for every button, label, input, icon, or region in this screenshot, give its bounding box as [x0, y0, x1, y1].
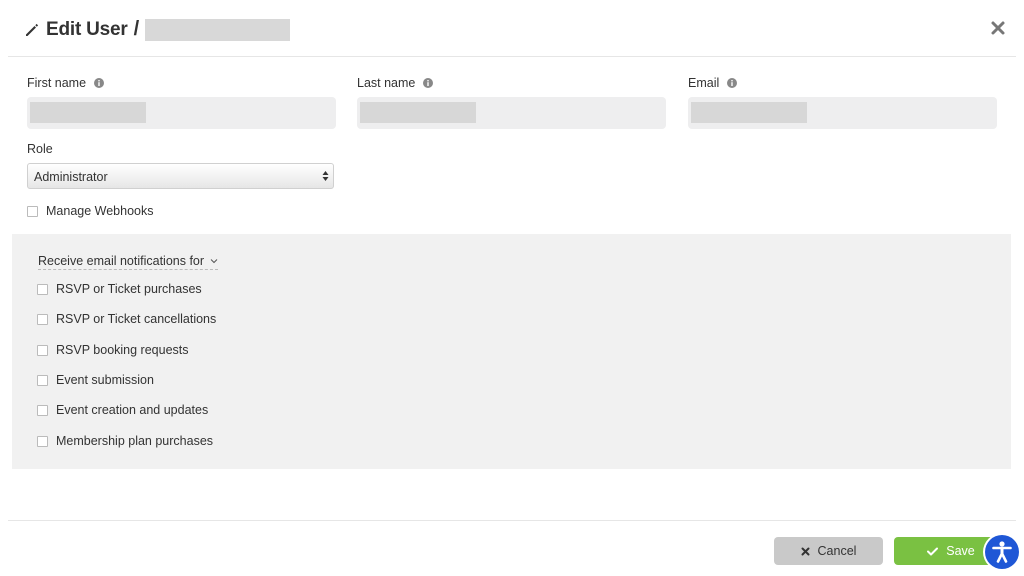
- cancel-label: Cancel: [817, 544, 857, 558]
- notification-checkbox[interactable]: [37, 283, 48, 295]
- notification-label: RSVP booking requests: [56, 343, 189, 357]
- notification-label: Membership plan purchases: [56, 434, 214, 448]
- manage-webhooks-row[interactable]: Manage Webhooks: [27, 204, 153, 218]
- email-input[interactable]: [688, 97, 997, 129]
- manage-webhooks-label: Manage Webhooks: [46, 204, 154, 218]
- notification-item[interactable]: RSVP or Ticket purchases: [37, 282, 202, 296]
- notification-checkbox[interactable]: [37, 374, 48, 386]
- close-icon[interactable]: [990, 20, 1006, 36]
- last-name-field: Last name: [357, 75, 434, 91]
- title-wrap: Edit User /: [24, 18, 291, 41]
- notification-item[interactable]: RSVP booking requests: [37, 343, 189, 357]
- notification-item[interactable]: Event creation and updates: [37, 403, 208, 417]
- email-label: Email: [688, 75, 738, 91]
- footer-divider: [8, 520, 1016, 521]
- email-field: Email: [688, 75, 738, 91]
- notification-label: Event creation and updates: [56, 403, 209, 417]
- select-arrows-icon: [322, 171, 329, 181]
- accessibility-button[interactable]: [985, 535, 1019, 569]
- notification-checkbox[interactable]: [37, 435, 48, 447]
- redacted-username: [145, 18, 291, 41]
- checkmark-icon: [927, 547, 939, 555]
- last-name-label: Last name: [357, 75, 434, 91]
- notification-checkbox[interactable]: [37, 404, 48, 416]
- notification-label: RSVP or Ticket purchases: [56, 282, 202, 296]
- notification-label: RSVP or Ticket cancellations: [56, 312, 217, 326]
- chevron-down-icon: [210, 259, 218, 264]
- first-name-input[interactable]: [27, 97, 336, 129]
- role-select[interactable]: Administrator: [27, 163, 334, 189]
- manage-webhooks-checkbox[interactable]: [27, 205, 38, 217]
- cancel-button[interactable]: Cancel: [774, 537, 883, 565]
- notification-checkbox[interactable]: [37, 313, 48, 325]
- first-name-field: First name: [27, 75, 105, 91]
- notification-item[interactable]: RSVP or Ticket cancellations: [37, 312, 216, 326]
- role-selected-value: Administrator: [34, 170, 108, 184]
- role-field: Role: [27, 141, 53, 157]
- notification-item[interactable]: Membership plan purchases: [37, 434, 213, 448]
- redacted-first-name: [30, 102, 146, 123]
- redacted-last-name: [360, 102, 476, 123]
- modal-header: Edit User /: [8, 0, 1016, 57]
- first-name-label: First name: [27, 75, 105, 91]
- last-name-input[interactable]: [357, 97, 666, 129]
- pencil-icon: [26, 23, 39, 36]
- title-separator: /: [133, 18, 140, 40]
- role-label: Role: [27, 142, 53, 156]
- notification-label: Event submission: [56, 373, 154, 387]
- save-label: Save: [946, 544, 975, 558]
- page-title: Edit User: [46, 18, 128, 40]
- info-icon[interactable]: [423, 78, 434, 88]
- close-icon: [801, 547, 810, 555]
- info-icon[interactable]: [727, 78, 738, 88]
- redacted-email: [691, 102, 807, 123]
- notification-item[interactable]: Event submission: [37, 373, 154, 387]
- notification-checkbox[interactable]: [37, 344, 48, 356]
- info-icon[interactable]: [94, 78, 105, 88]
- accessibility-icon: [992, 541, 1012, 563]
- notifications-panel: Receive email notifications for RSVP or …: [12, 234, 1011, 469]
- notifications-toggle[interactable]: Receive email notifications for: [38, 254, 219, 270]
